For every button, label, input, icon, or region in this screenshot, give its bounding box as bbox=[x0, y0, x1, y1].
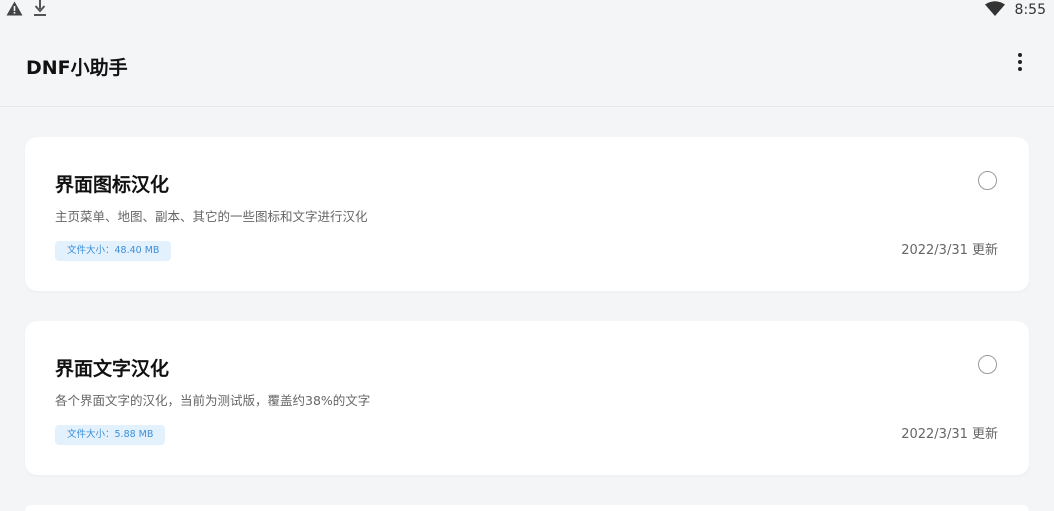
download-icon bbox=[33, 0, 47, 20]
update-date: 2022/3/31 更新 bbox=[901, 427, 998, 442]
item-title: 界面文字汉化 bbox=[55, 358, 170, 380]
wifi-icon bbox=[984, 0, 1005, 20]
item-description: 各个界面文字的汉化，当前为测试版，覆盖约38%的文字 bbox=[55, 393, 371, 408]
warning-icon bbox=[6, 1, 23, 20]
select-radio[interactable] bbox=[978, 171, 997, 190]
file-size-badge: 文件大小：48.40 MB bbox=[55, 241, 172, 261]
list-item[interactable]: 界面图标汉化 主页菜单、地图、副本、其它的一些图标和文字进行汉化 文件大小：48… bbox=[25, 137, 1029, 291]
status-bar-right: 8:55 bbox=[984, 0, 1046, 20]
status-bar-left bbox=[6, 0, 47, 20]
app-title: DNF小助手 bbox=[26, 57, 128, 79]
file-size-badge: 文件大小：5.88 MB bbox=[55, 425, 166, 445]
item-title: 界面图标汉化 bbox=[55, 174, 170, 196]
item-description: 主页菜单、地图、副本、其它的一些图标和文字进行汉化 bbox=[55, 209, 368, 224]
update-date: 2022/3/31 更新 bbox=[901, 243, 998, 258]
list-item-partial[interactable] bbox=[25, 505, 1029, 511]
select-radio[interactable] bbox=[978, 355, 997, 374]
more-options-button[interactable] bbox=[1008, 52, 1032, 76]
more-vert-icon bbox=[1017, 52, 1023, 76]
status-time: 8:55 bbox=[1014, 2, 1046, 18]
list-item[interactable]: 界面文字汉化 各个界面文字的汉化，当前为测试版，覆盖约38%的文字 文件大小：5… bbox=[25, 321, 1029, 475]
status-bar: 8:55 bbox=[0, 0, 1054, 22]
app-bar: DNF小助手 bbox=[0, 22, 1054, 107]
